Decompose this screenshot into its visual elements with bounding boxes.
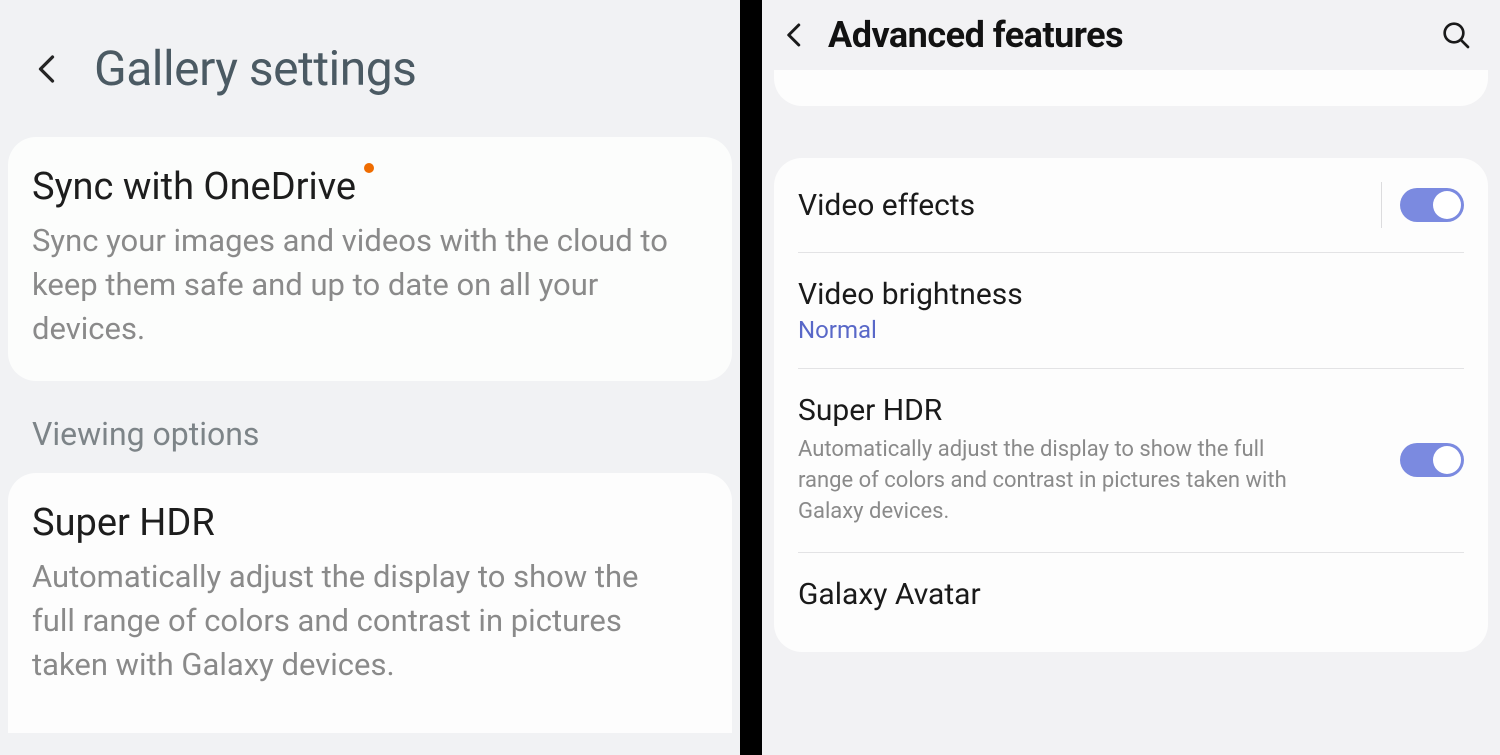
video-brightness-row[interactable]: Video brightness Normal bbox=[774, 253, 1488, 368]
page-title: Gallery settings bbox=[94, 40, 416, 97]
pane-divider bbox=[740, 0, 762, 755]
video-effects-row[interactable]: Video effects bbox=[774, 158, 1488, 252]
super-hdr-toggle[interactable] bbox=[1400, 443, 1464, 477]
back-icon[interactable] bbox=[780, 20, 810, 50]
super-hdr-desc: Automatically adjust the display to show… bbox=[798, 434, 1318, 528]
video-effects-title: Video effects bbox=[798, 188, 1381, 223]
advanced-features-screen: Advanced features Video effects Video br… bbox=[762, 0, 1500, 755]
sync-onedrive-row[interactable]: Sync with OneDrive Sync your images and … bbox=[8, 137, 732, 381]
super-hdr-row[interactable]: Super HDR Automatically adjust the displ… bbox=[774, 369, 1488, 552]
row-text: Video effects bbox=[798, 188, 1381, 223]
vertical-divider bbox=[1381, 182, 1382, 228]
gallery-settings-screen: Gallery settings Sync with OneDrive Sync… bbox=[0, 0, 740, 755]
settings-card: Video effects Video brightness Normal Su… bbox=[774, 158, 1488, 652]
header-left: Advanced features bbox=[780, 14, 1123, 56]
super-hdr-title: Super HDR bbox=[798, 393, 1400, 428]
galaxy-avatar-row[interactable]: Galaxy Avatar bbox=[774, 553, 1488, 652]
video-effects-toggle[interactable] bbox=[1400, 188, 1464, 222]
page-title: Advanced features bbox=[828, 14, 1123, 56]
row-text: Super HDR Automatically adjust the displ… bbox=[798, 393, 1400, 528]
sync-title-wrap: Sync with OneDrive bbox=[32, 165, 356, 209]
header: Advanced features bbox=[762, 0, 1500, 70]
row-text: Video brightness Normal bbox=[798, 277, 1464, 344]
super-hdr-row[interactable]: Super HDR Automatically adjust the displ… bbox=[8, 473, 732, 733]
galaxy-avatar-title: Galaxy Avatar bbox=[798, 577, 1464, 612]
video-brightness-value: Normal bbox=[798, 316, 1464, 344]
back-icon[interactable] bbox=[30, 51, 66, 87]
sync-title: Sync with OneDrive bbox=[32, 165, 356, 209]
section-viewing-options: Viewing options bbox=[0, 381, 740, 473]
row-text: Galaxy Avatar bbox=[798, 577, 1464, 612]
super-hdr-title: Super HDR bbox=[32, 501, 708, 545]
super-hdr-desc: Automatically adjust the display to show… bbox=[32, 555, 672, 687]
notification-dot-icon bbox=[364, 163, 374, 173]
sync-desc: Sync your images and videos with the clo… bbox=[32, 219, 672, 351]
video-brightness-title: Video brightness bbox=[798, 277, 1464, 312]
search-icon[interactable] bbox=[1440, 19, 1472, 51]
previous-card-bottom bbox=[774, 70, 1488, 106]
header: Gallery settings bbox=[0, 0, 740, 137]
